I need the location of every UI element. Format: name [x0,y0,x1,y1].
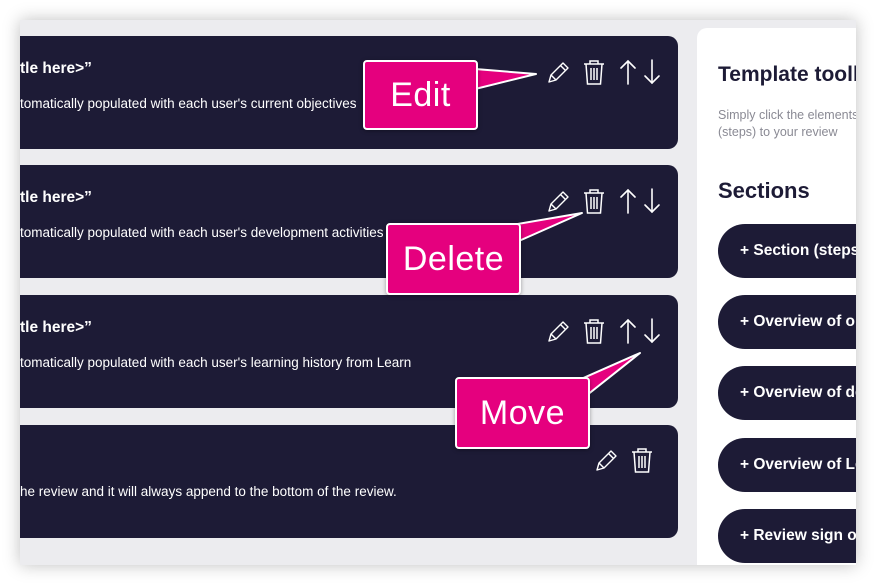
section-actions [544,316,664,346]
trash-icon[interactable] [580,57,608,87]
pencil-icon[interactable] [544,186,572,216]
add-review-sign-off-button[interactable]: + Review sign off [718,509,856,563]
section-actions [544,186,664,216]
template-section-card[interactable]: tle here>” tomatically populated with ea… [20,36,678,149]
section-title: tle here>” [20,319,92,336]
arrow-down-icon[interactable] [638,316,666,346]
move-callout: Move [455,377,590,449]
edit-callout: Edit [363,60,478,130]
panel-description-line: (steps) to your review [718,125,838,139]
add-learn-overview-button[interactable]: + Overview of Learn [718,438,856,492]
trash-icon[interactable] [628,445,656,475]
trash-icon[interactable] [580,186,608,216]
section-title: tle here>” [20,189,92,206]
section-actions [544,57,664,87]
panel-description-line: Simply click the elements [718,108,856,122]
arrow-down-icon[interactable] [638,186,666,216]
section-description: tomatically populated with each user's l… [20,355,412,370]
panel-description: Simply click the elements (steps) to you… [718,107,856,141]
template-toolbox-panel: Template toolbox Simply click the elemen… [697,28,856,565]
add-section-button[interactable]: + Section (steps) [718,224,856,278]
delete-callout: Delete [386,223,521,295]
sections-heading: Sections [718,178,810,203]
section-actions [592,445,662,475]
add-objectives-overview-button[interactable]: + Overview of objectives [718,295,856,349]
trash-icon[interactable] [580,316,608,346]
pencil-icon[interactable] [592,445,620,475]
arrow-down-icon[interactable] [638,57,666,87]
section-title: tle here>” [20,60,92,77]
section-description: tomatically populated with each user's d… [20,225,384,240]
section-description: he review and it will always append to t… [20,484,397,499]
pencil-icon[interactable] [544,316,572,346]
panel-title: Template toolbox [718,63,856,86]
add-development-overview-button[interactable]: + Overview of development [718,366,856,420]
pencil-icon[interactable] [544,57,572,87]
template-section-card[interactable]: tle here>” tomatically populated with ea… [20,165,678,278]
section-description: tomatically populated with each user's c… [20,96,357,111]
